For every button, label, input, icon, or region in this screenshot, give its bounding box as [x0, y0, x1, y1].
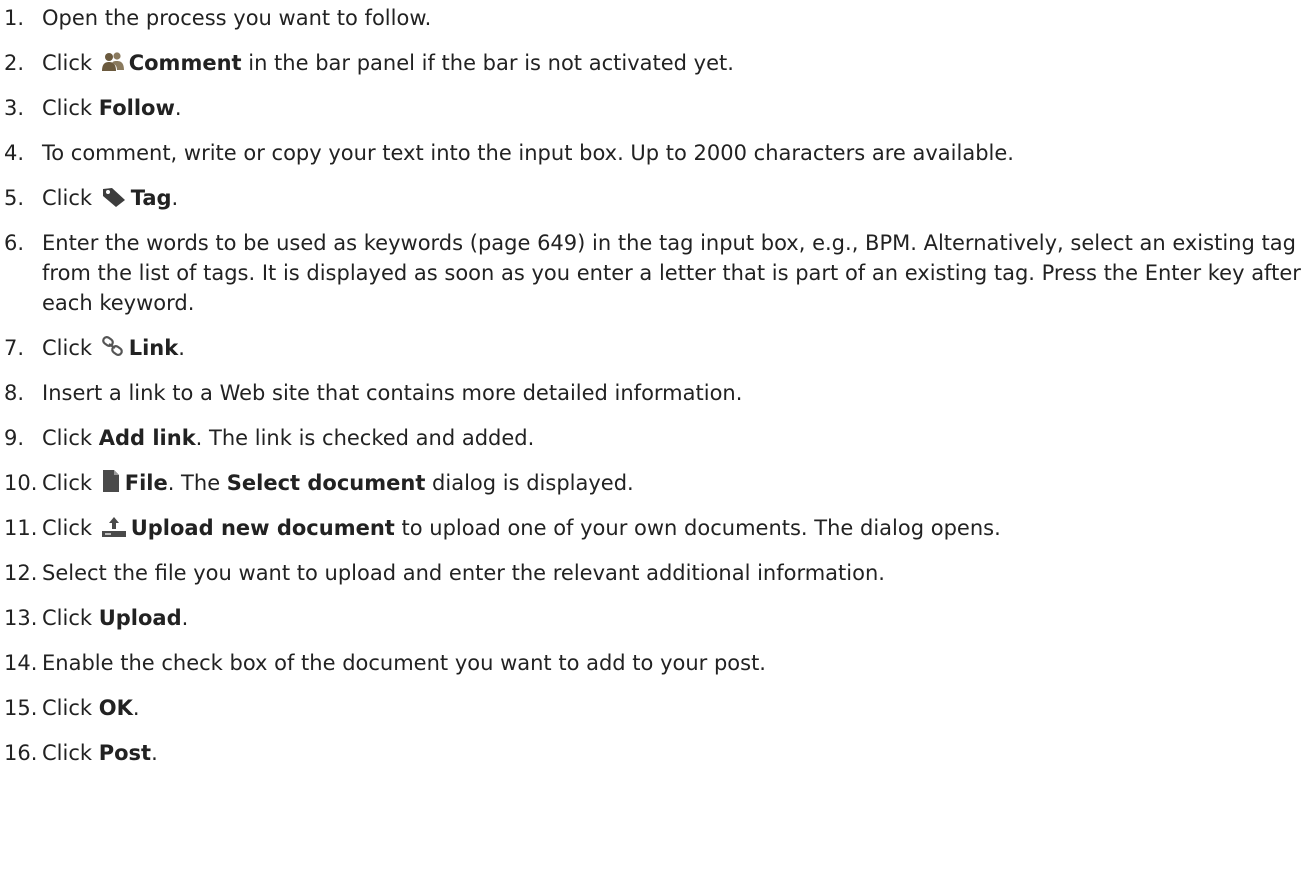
step-text-segment: Select the file you want to upload and e…: [42, 561, 885, 585]
step-text: Click Link.: [42, 333, 1304, 363]
step-text-segment: in the bar panel if the bar is not activ…: [241, 51, 734, 75]
step-text-segment: .: [132, 696, 140, 720]
step-item: 10. Click File. The Select document dialo…: [4, 468, 1306, 498]
step-number: 11.: [4, 516, 38, 540]
step-text: Click Upload new document to upload one …: [42, 513, 1304, 543]
step-number: 1.: [4, 6, 25, 30]
step-text-segment: Click: [42, 426, 99, 450]
step-text-segment: Open the process you want to follow.: [42, 6, 432, 30]
ui-label: Post: [98, 741, 152, 765]
step-text-segment: Enter the words to be used as keywords (…: [42, 231, 1301, 315]
step-number: 9.: [4, 426, 25, 450]
step-number: 3.: [4, 96, 25, 120]
step-item: 13. Click Upload.: [4, 603, 1306, 633]
step-text: Click File. The Select document dialog i…: [42, 468, 1304, 498]
step-number: 10.: [4, 471, 38, 495]
ui-label: Select document: [226, 471, 426, 495]
step-number: 6.: [4, 231, 25, 255]
tag-icon: [101, 186, 127, 208]
step-item: 7. Click Link.: [4, 333, 1306, 363]
step-number: 12.: [4, 561, 38, 585]
step-text-segment: .: [151, 741, 158, 765]
step-text: Click OK.: [42, 693, 1304, 723]
step-text-segment: Click: [42, 516, 99, 540]
step-text: Enable the check box of the document you…: [42, 648, 1304, 678]
step-item: 12. Select the file you want to upload an…: [4, 558, 1306, 588]
step-item: 6. Enter the words to be used as keywords…: [4, 228, 1306, 318]
step-text-segment: To comment, write or copy your text into…: [42, 141, 1014, 165]
ui-label: Link: [128, 336, 179, 360]
step-text: Select the file you want to upload and e…: [42, 558, 1304, 588]
step-text-segment: .: [174, 96, 182, 120]
step-text-segment: .: [178, 336, 185, 360]
step-item: 11. Click Upload new document to upload o…: [4, 513, 1306, 543]
step-number: 8.: [4, 381, 25, 405]
step-number: 5.: [4, 186, 25, 210]
step-text-segment: Enable the check box of the document you…: [42, 651, 766, 675]
step-item: 2. Click Comment in the bar panel if the …: [4, 48, 1306, 78]
step-item: 9. Click Add link. The link is checked an…: [4, 423, 1306, 453]
step-text-segment: Click: [42, 471, 99, 495]
file-icon: [101, 469, 121, 493]
step-item: 3. Click Follow.: [4, 93, 1306, 123]
step-text-segment: dialog is displayed.: [425, 471, 634, 495]
step-text-segment: Click: [42, 186, 99, 210]
step-text-segment: to upload one of your own documents. The…: [394, 516, 1001, 540]
step-item: 8. Insert a link to a Web site that conta…: [4, 378, 1306, 408]
step-text-segment: . The link is checked and added.: [195, 426, 535, 450]
step-text: Open the process you want to follow.: [42, 3, 1304, 33]
step-number: 2.: [4, 51, 25, 75]
step-number: 4.: [4, 141, 25, 165]
step-text-segment: Click: [42, 696, 99, 720]
step-item: 15. Click OK.: [4, 693, 1306, 723]
step-number: 15.: [4, 696, 38, 720]
step-item: 5. Click Tag.: [4, 183, 1306, 213]
step-number: 7.: [4, 336, 25, 360]
ui-label: Tag: [130, 186, 172, 210]
step-text-segment: Click: [42, 741, 99, 765]
ui-label: Upload: [98, 606, 182, 630]
step-text-segment: Click: [42, 51, 99, 75]
link-icon: [101, 336, 125, 358]
ui-label: Add link: [98, 426, 196, 450]
step-text-segment: Insert a link to a Web site that contain…: [42, 381, 743, 405]
instruction-list: 1. Open the process you want to follow. 2.…: [0, 0, 1306, 768]
step-text-segment: Click: [42, 336, 99, 360]
ui-label: Comment: [128, 51, 242, 75]
step-text: Click Follow.: [42, 93, 1304, 123]
step-text: Click Comment in the bar panel if the ba…: [42, 48, 1304, 78]
ui-label: Follow: [98, 96, 175, 120]
step-text-segment: . The: [167, 471, 227, 495]
step-number: 13.: [4, 606, 38, 630]
step-text: Click Upload.: [42, 603, 1304, 633]
step-number: 14.: [4, 651, 38, 675]
step-item: 1. Open the process you want to follow.: [4, 3, 1306, 33]
step-item: 4. To comment, write or copy your text in…: [4, 138, 1306, 168]
users-icon: [101, 51, 125, 73]
ui-label: Upload new document: [130, 516, 395, 540]
ui-label: File: [124, 471, 168, 495]
step-text-segment: .: [181, 606, 189, 630]
step-text: Click Add link. The link is checked and …: [42, 423, 1304, 453]
step-item: 14. Enable the check box of the document …: [4, 648, 1306, 678]
step-text: Click Post.: [42, 738, 1304, 768]
step-text: Click Tag.: [42, 183, 1304, 213]
step-text: Insert a link to a Web site that contain…: [42, 378, 1304, 408]
ui-label: OK: [98, 696, 133, 720]
upload-icon: [101, 516, 127, 538]
step-item: 16. Click Post.: [4, 738, 1306, 768]
step-text: To comment, write or copy your text into…: [42, 138, 1304, 168]
step-text-segment: .: [171, 186, 179, 210]
step-text-segment: Click: [42, 606, 99, 630]
step-text: Enter the words to be used as keywords (…: [42, 228, 1304, 318]
step-number: 16.: [4, 741, 38, 765]
step-text-segment: Click: [42, 96, 99, 120]
